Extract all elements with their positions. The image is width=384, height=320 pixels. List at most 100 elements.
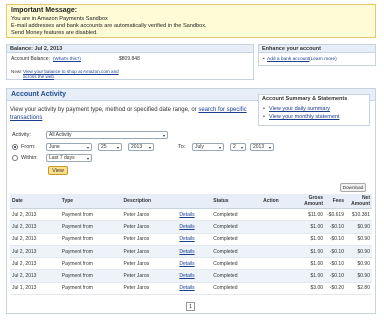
row-description: Peter Jaros: [121, 257, 178, 271]
table-row: Jul 2, 2013 Payment from Peter Jaros Det…: [10, 233, 372, 246]
row-net: $2.80: [345, 282, 372, 296]
row-date: Jul 2, 2013: [10, 220, 60, 234]
row-description: Peter Jaros: [121, 208, 178, 222]
notice-line: Send Money features are disabled.: [11, 30, 98, 36]
row-action: [261, 220, 298, 234]
account-balance-label: Account Balance:: [11, 56, 50, 62]
account-summary-panel: Account Summary & Statements • View your…: [258, 94, 370, 126]
table-header-row: Date Type Description Status Action Gros…: [10, 194, 372, 209]
row-date: Jul 2, 2013: [10, 233, 60, 246]
row-date: Jul 2, 2013: [10, 269, 60, 283]
row-gross: $1.00: [297, 269, 326, 283]
view-balance-shop-link[interactable]: View your balance to shop at Amazon.com …: [23, 69, 128, 79]
row-action: [261, 233, 298, 246]
row-action: [261, 257, 298, 271]
summary-header: Account Summary & Statements: [262, 96, 348, 102]
row-date: Jul 2, 2013: [10, 208, 60, 222]
monthly-statement-link[interactable]: View your monthly statement: [269, 114, 340, 120]
add-bank-account-link[interactable]: Add a bank account: [267, 57, 309, 62]
account-balance-amount: $809.848: [119, 56, 140, 62]
whats-this-link[interactable]: (What's this?): [53, 56, 81, 61]
bullet: •: [263, 57, 265, 62]
row-date: Jul 2, 2013: [10, 245, 60, 259]
details-link[interactable]: Details: [179, 224, 194, 230]
activity-select[interactable]: All Activity ▾: [46, 131, 168, 139]
row-fees: -$0.10: [325, 257, 346, 271]
details-link[interactable]: Details: [179, 285, 194, 291]
chevron-down-icon: ▾: [86, 156, 89, 161]
row-net: $0.90: [345, 220, 372, 234]
details-link[interactable]: Details: [179, 273, 194, 279]
row-status: Completed: [211, 245, 262, 259]
row-net: $0.90: [345, 257, 372, 271]
details-link[interactable]: Details: [179, 249, 194, 255]
to-month-select[interactable]: July ▾: [192, 143, 224, 151]
within-radio[interactable]: [12, 155, 18, 161]
bullet: •: [263, 114, 265, 120]
daily-summary-link[interactable]: View your daily summary: [269, 106, 330, 112]
row-description: Peter Jaros: [121, 245, 178, 259]
chevron-down-icon: ▾: [86, 145, 89, 150]
within-label: Within:: [21, 155, 38, 161]
table-row: Jul 2, 2013 Payment from Peter Jaros Det…: [10, 220, 372, 234]
page-number-button[interactable]: 1: [186, 302, 195, 311]
row-fees: -$0.10: [325, 269, 346, 283]
row-type: Payment from: [59, 220, 122, 234]
activity-label: Activity:: [12, 132, 31, 138]
to-year-select[interactable]: 2013 ▾: [250, 143, 274, 151]
row-description: Peter Jaros: [121, 233, 178, 246]
row-fees: -$0.10: [325, 245, 346, 259]
learn-more-link[interactable]: (Learn more): [309, 57, 337, 62]
row-status: Completed: [211, 282, 262, 296]
bullet: •: [263, 106, 265, 112]
row-type: Payment from: [59, 282, 122, 296]
notice-title: Important Message:: [11, 7, 78, 14]
col-gross: Gross Amount: [297, 194, 326, 209]
row-type: Payment from: [59, 257, 122, 271]
notice-line: E-mail addresses and bank accounts are a…: [11, 23, 207, 29]
notice-line: You are in Amazon Payments Sandbox: [11, 16, 108, 22]
from-radio[interactable]: [12, 144, 18, 150]
from-label: From:: [21, 144, 36, 150]
view-button[interactable]: View: [48, 166, 68, 175]
table-row: Jul 2, 2013 Payment from Peter Jaros Det…: [10, 269, 372, 283]
row-net: $0.90: [345, 245, 372, 259]
enhance-header: Enhance your account: [259, 45, 375, 53]
details-link[interactable]: Details: [179, 212, 194, 218]
row-status: Completed: [211, 208, 262, 222]
new-label: New!: [11, 69, 22, 74]
row-fees: -$0.20: [325, 282, 346, 296]
row-type: Payment from: [59, 233, 122, 246]
chevron-down-icon: ▾: [268, 145, 271, 150]
row-date: Jul 2, 2013: [10, 257, 60, 271]
to-label: To:: [178, 144, 186, 150]
row-action: [261, 208, 298, 222]
row-net: $10.381: [345, 208, 372, 222]
within-select[interactable]: Last 7 days ▾: [46, 154, 92, 162]
chevron-down-icon: ▾: [162, 133, 165, 138]
activity-description: View your activity by payment type, meth…: [10, 107, 247, 121]
row-gross: $1.00: [297, 245, 326, 259]
row-gross: $3.00: [297, 282, 326, 296]
from-month-select[interactable]: June ▾: [46, 143, 92, 151]
row-description: Peter Jaros: [121, 269, 178, 283]
download-button[interactable]: Download: [340, 183, 366, 192]
to-day-select[interactable]: 2 ▾: [230, 143, 246, 151]
col-net: Net Amount: [345, 194, 372, 209]
row-description: Peter Jaros: [121, 282, 178, 296]
col-description: Description: [121, 194, 178, 209]
chevron-down-icon: ▾: [148, 145, 151, 150]
details-link[interactable]: Details: [179, 261, 194, 267]
row-gross: $1.00: [297, 257, 326, 271]
row-type: Payment from: [59, 269, 122, 283]
row-gross: $11.00: [297, 208, 326, 222]
table-row: Jul 1, 2013 Payment from Peter Jaros Det…: [10, 282, 372, 296]
from-day-select[interactable]: 25 ▾: [98, 143, 122, 151]
row-status: Completed: [211, 233, 262, 246]
row-net: $0.90: [345, 269, 372, 283]
enhance-account-panel: Enhance your account • Add a bank accoun…: [258, 44, 376, 66]
details-link[interactable]: Details: [179, 236, 194, 242]
row-status: Completed: [211, 257, 262, 271]
row-net: $0.90: [345, 233, 372, 246]
from-year-select[interactable]: 2013 ▾: [128, 143, 154, 151]
